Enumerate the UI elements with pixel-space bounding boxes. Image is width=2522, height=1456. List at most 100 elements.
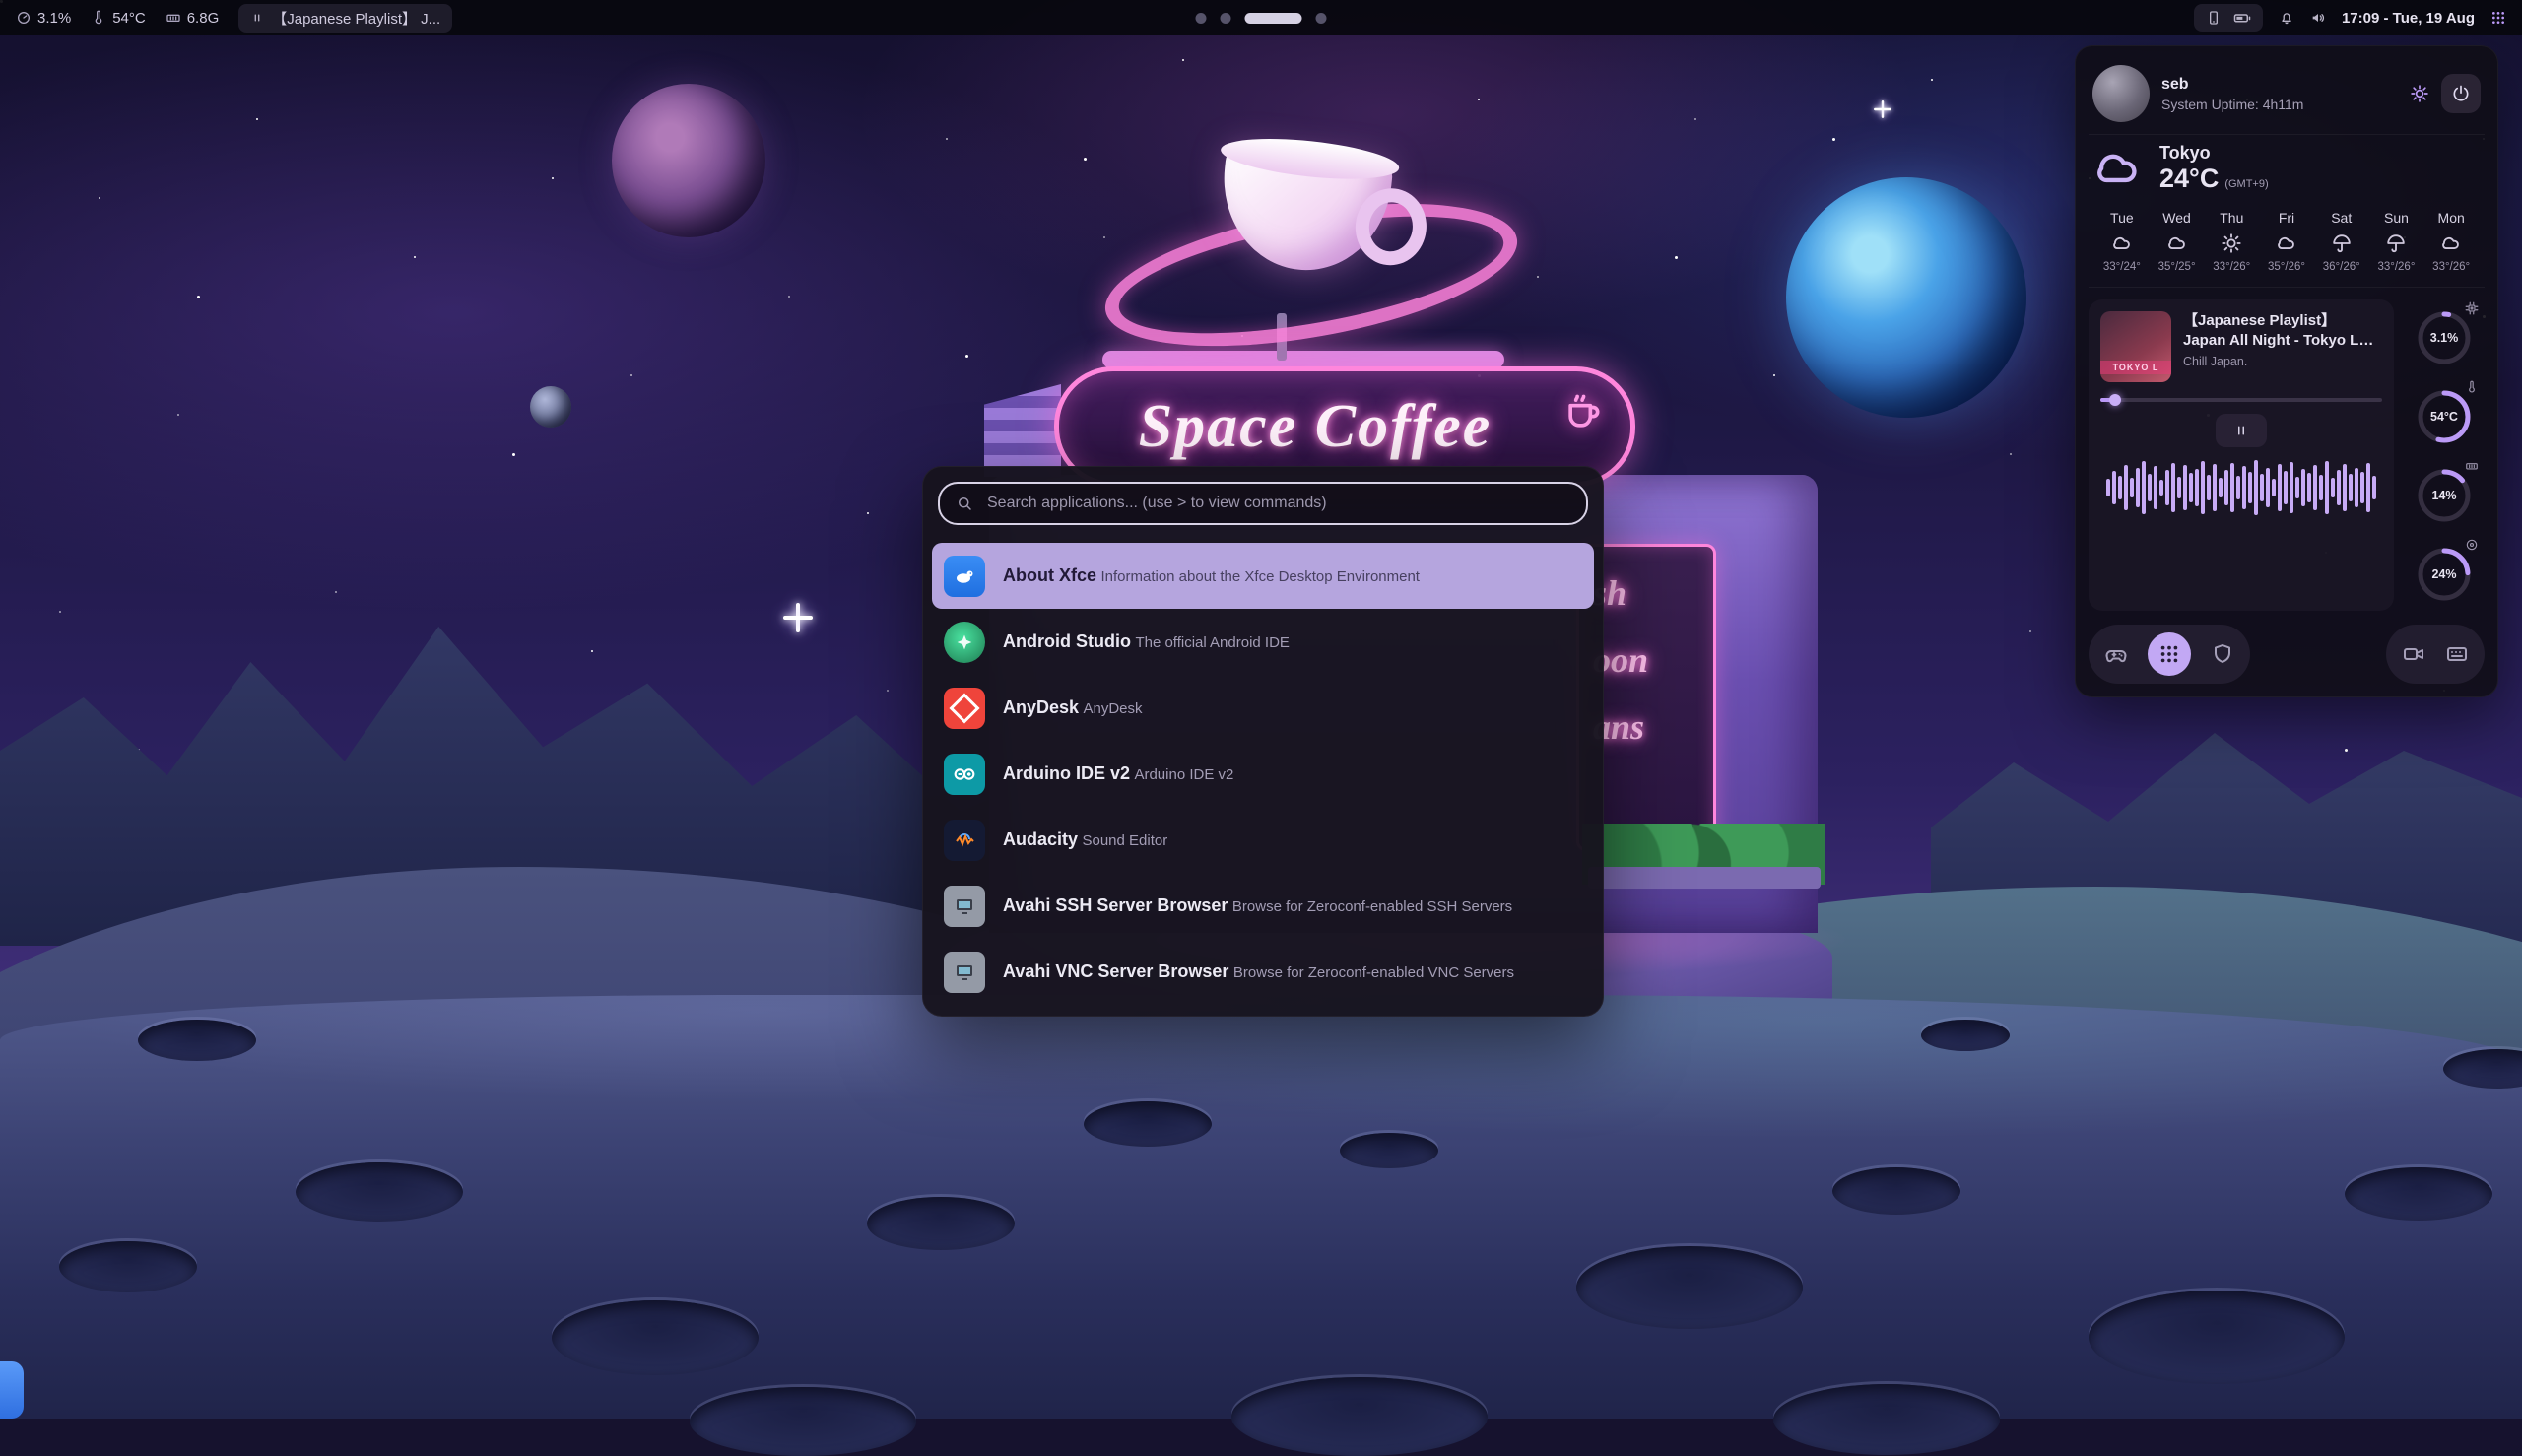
workspace-dot-1[interactable]	[1196, 13, 1207, 24]
pause-icon	[2232, 422, 2250, 439]
now-playing-label: 【Japanese Playlist】 J...	[272, 8, 440, 29]
app-row-audacity[interactable]: Audacity Sound Editor	[932, 807, 1594, 873]
clock[interactable]: 17:09 - Tue, 19 Aug	[2342, 10, 2475, 27]
waveform-bar	[2183, 465, 2187, 510]
music-waveform	[2100, 455, 2382, 520]
controller-icon	[2104, 642, 2128, 666]
settings-button[interactable]	[2410, 84, 2429, 103]
app-row-about-xfce[interactable]: About Xfce Information about the Xfce De…	[932, 543, 1594, 609]
apps-grid-icon[interactable]	[2490, 10, 2506, 26]
crater	[1773, 1384, 2000, 1455]
waveform-bar	[2278, 464, 2282, 511]
workspace-dot-3[interactable]	[1245, 13, 1302, 24]
forecast-day: Tue 33°/24°	[2094, 210, 2150, 273]
crater	[1576, 1246, 1803, 1329]
edge-widget[interactable]	[0, 1361, 24, 1419]
waveform-bar	[2136, 468, 2140, 507]
memory-icon	[166, 10, 181, 26]
top-bar: 3.1% 54°C 6.8G 【Japanese Playlist】 J... …	[0, 0, 2522, 35]
app-name: Avahi VNC Server Browser	[1003, 961, 1228, 981]
weather-forecast: Tue 33°/24° Wed 35°/25° Thu 33°/26° Fri …	[2092, 210, 2481, 273]
temperature-indicator: 54°C	[91, 10, 146, 27]
weather-card: Tokyo 24°C (GMT+9) Tue 33°/24° Wed 35°/2…	[2089, 134, 2485, 287]
track-title: 【Japanese Playlist】 Japan All Night - To…	[2183, 311, 2382, 350]
app-row-android-studio[interactable]: Android Studio The official Android IDE	[932, 609, 1594, 675]
device-icon[interactable]	[2206, 10, 2222, 26]
system-uptime: System Uptime: 4h11m	[2161, 97, 2398, 112]
shield-button[interactable]	[2211, 642, 2234, 666]
waveform-bar	[2366, 463, 2370, 512]
music-progress-knob[interactable]	[2109, 394, 2121, 406]
keyboard-icon	[2445, 642, 2469, 666]
app-name: AnyDesk	[1003, 697, 1079, 717]
waveform-bar	[2319, 475, 2323, 500]
disk-icon	[2465, 538, 2479, 552]
crater	[867, 1197, 1015, 1250]
waveform-bar	[2159, 480, 2163, 496]
shop-steps	[984, 384, 1061, 477]
workspace-dot-2[interactable]	[1221, 13, 1231, 24]
keyboard-button[interactable]	[2445, 642, 2469, 666]
pause-button[interactable]	[2216, 414, 2267, 447]
waveform-bar	[2331, 478, 2335, 497]
waveform-bar	[2189, 473, 2193, 502]
waveform-bar	[2224, 470, 2228, 505]
app-description: The official Android IDE	[1135, 634, 1289, 651]
app-description: Browse for Zeroconf-enabled SSH Servers	[1232, 898, 1512, 915]
window-neon-text: sh	[1593, 572, 1713, 614]
games-button[interactable]	[2104, 642, 2128, 666]
workspace-dot-4[interactable]	[1316, 13, 1327, 24]
app-row-avahi-vnc[interactable]: Avahi VNC Server Browser Browse for Zero…	[932, 939, 1594, 1005]
now-playing-pill[interactable]: 【Japanese Playlist】 J...	[238, 4, 452, 33]
app-row-anydesk[interactable]: AnyDesk AnyDesk	[932, 675, 1594, 741]
volume-icon[interactable]	[2310, 10, 2326, 26]
music-progress-bar[interactable]	[2100, 398, 2382, 402]
waveform-bar	[2213, 464, 2217, 511]
waveform-bar	[2154, 466, 2157, 509]
umbrella-icon	[2331, 232, 2353, 254]
app-name: About Xfce	[1003, 565, 1096, 585]
app-description: Arduino IDE v2	[1134, 766, 1233, 783]
search-input[interactable]	[985, 494, 1570, 513]
album-art-label: TOKYO L	[2100, 361, 2171, 374]
thermometer-icon	[91, 10, 106, 26]
power-icon	[2451, 84, 2471, 103]
window-neon-text: oon	[1593, 639, 1713, 681]
waveform-bar	[2248, 472, 2252, 503]
app-row-avahi-ssh[interactable]: Avahi SSH Server Browser Browse for Zero…	[932, 873, 1594, 939]
control-panel: seb System Uptime: 4h11m Tokyo 24°C (GMT…	[2075, 45, 2498, 697]
memory-value: 6.8G	[187, 10, 220, 27]
waveform-bar	[2307, 473, 2311, 502]
weather-timezone: (GMT+9)	[2224, 178, 2268, 190]
cloud-icon	[2276, 232, 2297, 254]
waveform-bar	[2313, 465, 2317, 510]
power-button[interactable]	[2441, 74, 2481, 113]
app-name: Arduino IDE v2	[1003, 763, 1130, 783]
crater	[1832, 1167, 1960, 1215]
notifications-bell-icon[interactable]	[2279, 10, 2294, 26]
waveform-bar	[2284, 471, 2288, 504]
waveform-bar	[2360, 472, 2364, 503]
waveform-bar	[2219, 478, 2223, 497]
forecast-day: Wed 35°/25°	[2150, 210, 2205, 273]
app-description: Browse for Zeroconf-enabled VNC Servers	[1233, 964, 1514, 981]
forecast-day: Thu 33°/26°	[2204, 210, 2259, 273]
app-row-arduino[interactable]: Arduino IDE v2 Arduino IDE v2	[932, 741, 1594, 807]
waveform-bar	[2349, 474, 2353, 501]
neon-sign-text: Space Coffee	[1139, 392, 1552, 462]
xfce-icon	[944, 556, 985, 597]
apps-button[interactable]	[2148, 632, 2191, 676]
saturn-coffee-cup	[1126, 148, 1481, 335]
waveform-bar	[2106, 479, 2110, 496]
screen-record-button[interactable]	[2402, 642, 2425, 666]
window-neon-text: ans	[1593, 706, 1713, 748]
waveform-bar	[2177, 477, 2181, 498]
waveform-bar	[2343, 464, 2347, 511]
waveform-bar	[2266, 468, 2270, 507]
arduino-icon	[944, 754, 985, 795]
waveform-bar	[2207, 475, 2211, 500]
crater	[1084, 1101, 1212, 1147]
waveform-bar	[2295, 477, 2299, 498]
app-description: Information about the Xfce Desktop Envir…	[1100, 568, 1420, 585]
crater	[690, 1387, 916, 1456]
